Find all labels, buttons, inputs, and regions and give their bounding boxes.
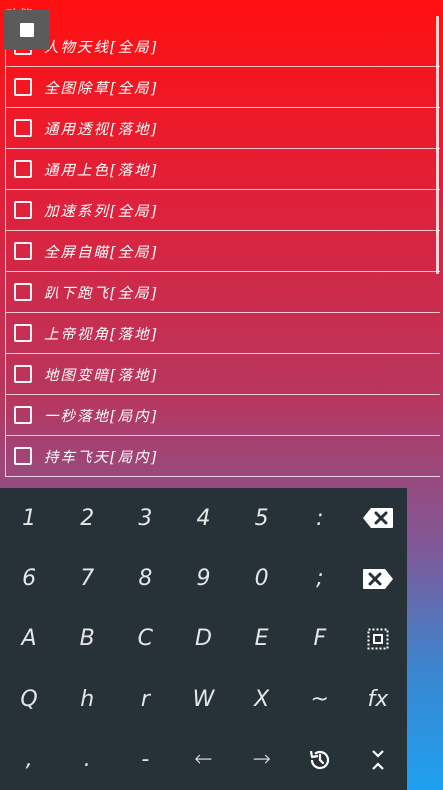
key-X[interactable]: X [233, 669, 291, 729]
key-B[interactable]: B [58, 609, 116, 669]
checkbox[interactable] [14, 242, 32, 260]
item-label: 地图变暗[落地] [44, 367, 159, 384]
list-item[interactable]: 通用透视[落地] [6, 108, 440, 149]
feature-list: 人物天线[全局] 全图除草[全局] 通用透视[落地] 通用上色[落地] 加速系列… [5, 26, 440, 477]
checkbox[interactable] [14, 160, 32, 178]
backspace-icon [362, 508, 393, 529]
list-item[interactable]: 全图除草[全局] [6, 67, 440, 108]
list-item[interactable]: 加速系列[全局] [6, 190, 440, 231]
history-key[interactable] [291, 730, 349, 790]
list-item[interactable]: 趴下跑飞[全局] [6, 272, 440, 313]
key-3[interactable]: 3 [116, 488, 174, 548]
key-8[interactable]: 8 [116, 548, 174, 608]
key-colon[interactable]: : [291, 488, 349, 548]
item-label: 上帝视角[落地] [44, 326, 159, 343]
key-C[interactable]: C [116, 609, 174, 669]
key-9[interactable]: 9 [174, 548, 232, 608]
list-item[interactable]: 一秒落地[局内] [6, 395, 440, 436]
item-label: 持车飞天[局内] [44, 449, 159, 466]
key-semicolon[interactable]: ; [291, 548, 349, 608]
backspace-key[interactable] [349, 488, 407, 548]
fx-key[interactable]: fx [349, 669, 407, 729]
history-icon [309, 750, 329, 769]
key-h[interactable]: h [58, 669, 116, 729]
key-period[interactable]: . [58, 730, 116, 790]
list-item[interactable]: 人物天线[全局] [6, 26, 440, 67]
key-F[interactable]: F [291, 609, 349, 669]
item-label: 加速系列[全局] [44, 203, 159, 220]
item-label: 全屏自瞄[全局] [44, 244, 159, 261]
checkbox[interactable] [14, 406, 32, 424]
key-E[interactable]: E [233, 609, 291, 669]
collapse-icon [372, 750, 384, 770]
key-tilde[interactable]: ~ [291, 669, 349, 729]
key-6[interactable]: 6 [0, 548, 58, 608]
checkbox[interactable] [14, 365, 32, 383]
key-4[interactable]: 4 [174, 488, 232, 548]
item-label: 通用上色[落地] [44, 162, 159, 179]
item-label: 趴下跑飞[全局] [44, 285, 159, 302]
key-minus[interactable]: - [116, 730, 174, 790]
delete-key[interactable] [349, 548, 407, 608]
key-1[interactable]: 1 [0, 488, 58, 548]
key-7[interactable]: 7 [58, 548, 116, 608]
delete-icon [362, 568, 393, 589]
checkbox[interactable] [14, 324, 32, 342]
key-5[interactable]: 5 [233, 488, 291, 548]
key-Q[interactable]: Q [0, 669, 58, 729]
key-comma[interactable]: , [0, 730, 58, 790]
checkbox[interactable] [14, 78, 32, 96]
collapse-key[interactable] [349, 730, 407, 790]
key-2[interactable]: 2 [58, 488, 116, 548]
key-W[interactable]: W [174, 669, 232, 729]
checkbox[interactable] [14, 447, 32, 465]
item-label: 人物天线[全局] [44, 39, 159, 56]
list-item[interactable]: 通用上色[落地] [6, 149, 440, 190]
stop-square-icon [20, 23, 34, 37]
list-item[interactable]: 全屏自瞄[全局] [6, 231, 440, 272]
background-strip [407, 488, 443, 790]
list-item[interactable]: 地图变暗[落地] [6, 354, 440, 395]
key-0[interactable]: 0 [233, 548, 291, 608]
key-r[interactable]: r [116, 669, 174, 729]
item-label: 通用透视[落地] [44, 121, 159, 138]
floating-menu-button[interactable] [4, 10, 50, 50]
checkbox[interactable] [14, 283, 32, 301]
list-item[interactable]: 上帝视角[落地] [6, 313, 440, 354]
checkbox[interactable] [14, 201, 32, 219]
checkbox[interactable] [14, 119, 32, 137]
arrow-left-key[interactable]: ← [174, 730, 232, 790]
item-label: 全图除草[全局] [44, 80, 159, 97]
keyboard: 1 2 3 4 5 : 6 7 8 9 0 ; A B C D E F Q h … [0, 488, 407, 790]
select-all-icon [367, 628, 389, 650]
list-item[interactable]: 持车飞天[局内] [6, 436, 440, 477]
select-all-key[interactable] [349, 609, 407, 669]
arrow-right-key[interactable]: → [233, 730, 291, 790]
key-D[interactable]: D [174, 609, 232, 669]
panel-header: 功能： [0, 0, 443, 26]
item-label: 一秒落地[局内] [44, 408, 159, 425]
key-A[interactable]: A [0, 609, 58, 669]
